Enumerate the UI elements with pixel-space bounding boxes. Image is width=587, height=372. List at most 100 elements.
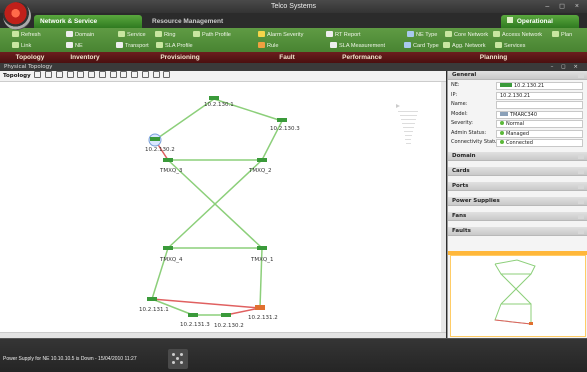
rt-report-button[interactable]: RT Report bbox=[326, 30, 361, 40]
section-general[interactable]: General bbox=[448, 71, 587, 80]
monitor-icon[interactable] bbox=[163, 71, 171, 78]
report-icon bbox=[326, 31, 333, 37]
ne-icon bbox=[66, 42, 73, 48]
status-dot-icon bbox=[500, 140, 504, 144]
status-dot-icon bbox=[500, 121, 504, 125]
select-tool-icon[interactable] bbox=[34, 71, 42, 78]
topology-canvas[interactable]: 10.2.130.2 10.2.130.1 10.2.130.3 TMXQ_3 … bbox=[0, 82, 446, 332]
physical-topology-header: Physical Topology – ◻ × bbox=[0, 63, 587, 71]
group-topology: Topology bbox=[15, 54, 45, 61]
topology-toolbar: Topology bbox=[0, 71, 446, 82]
refresh-button[interactable]: Refresh bbox=[12, 30, 41, 40]
dash-tool-icon[interactable] bbox=[152, 71, 160, 78]
connectivity-value: Connected bbox=[496, 139, 583, 147]
agg-network-icon bbox=[443, 42, 450, 48]
model-icon bbox=[500, 111, 508, 116]
plan-icon bbox=[552, 31, 559, 37]
svg-text:10.2.131.1: 10.2.131.1 bbox=[139, 307, 169, 313]
link[interactable] bbox=[151, 247, 169, 300]
app-logo-icon bbox=[3, 2, 31, 30]
link-icon bbox=[12, 42, 19, 48]
section-power-supplies[interactable]: Power Supplies bbox=[448, 196, 587, 206]
card-type-button[interactable]: Card Type bbox=[404, 41, 439, 51]
link-tool-icon[interactable] bbox=[98, 71, 106, 78]
section-cards[interactable]: Cards bbox=[448, 166, 587, 176]
device-icon bbox=[500, 83, 512, 87]
path-profile-icon bbox=[193, 31, 200, 37]
refresh-tool-icon[interactable] bbox=[45, 71, 53, 78]
transport-button[interactable]: Transport bbox=[116, 41, 149, 51]
path-profile-button[interactable]: Path Profile bbox=[193, 30, 231, 40]
save-icon[interactable] bbox=[120, 71, 128, 78]
expand-icon[interactable] bbox=[578, 168, 584, 174]
status-bar: Power Supply for NE 10.10.10.5 is Down -… bbox=[0, 338, 587, 372]
properties-panel: General NE: 10.2.130.21 IP: 10.2.130.21 Na… bbox=[447, 71, 587, 338]
zoom-slider[interactable] bbox=[396, 104, 420, 154]
topology-minimap[interactable] bbox=[450, 255, 586, 337]
operational-network-button[interactable]: Operational Network bbox=[501, 15, 579, 38]
ne-type-button[interactable]: NE Type bbox=[407, 30, 437, 40]
collapse-icon[interactable] bbox=[578, 73, 584, 78]
agg-network-button[interactable]: Agg. Network bbox=[443, 41, 486, 51]
status-dot-icon bbox=[500, 130, 504, 135]
ne-button[interactable]: NE bbox=[66, 41, 83, 51]
plan-button[interactable]: Plan bbox=[552, 30, 572, 40]
group-planning: Planning bbox=[479, 54, 508, 61]
model-value: TMARC340 bbox=[496, 110, 583, 119]
access-network-button[interactable]: Access Network bbox=[493, 30, 542, 40]
network-node[interactable]: 10.2.130.2 bbox=[145, 133, 175, 153]
section-faults[interactable]: Faults bbox=[448, 226, 587, 236]
grid-layout-icon[interactable] bbox=[55, 71, 63, 78]
core-network-button[interactable]: Core Network bbox=[445, 30, 488, 40]
expand-icon[interactable] bbox=[578, 213, 584, 219]
tab-resource-management[interactable]: Resource Management bbox=[146, 15, 229, 28]
network-node[interactable]: 10.2.130.1 bbox=[204, 96, 234, 108]
expand-icon[interactable] bbox=[578, 198, 584, 204]
expand-icon[interactable] bbox=[578, 153, 584, 159]
card-type-icon bbox=[404, 42, 411, 48]
sla-measurement-button[interactable]: SLA Measurement bbox=[330, 41, 385, 51]
circle-layout-icon[interactable] bbox=[66, 71, 74, 78]
tab-network-service-management[interactable]: Network & Service Management bbox=[34, 15, 142, 38]
section-domain[interactable]: Domain bbox=[448, 151, 587, 161]
link-down[interactable] bbox=[225, 307, 261, 316]
ring-button[interactable]: Ring bbox=[155, 30, 176, 40]
title-bar: Telco Systems – ◻ × bbox=[0, 0, 587, 13]
group-provisioning: Provisioning bbox=[160, 54, 200, 61]
transport-icon bbox=[116, 42, 123, 48]
network-icon bbox=[507, 17, 513, 23]
sla-profile-button[interactable]: SLA Profile bbox=[156, 41, 193, 51]
section-ports[interactable]: Ports bbox=[448, 181, 587, 191]
svg-text:TMXQ_4: TMXQ_4 bbox=[159, 257, 183, 263]
rule-button[interactable]: Rule bbox=[258, 41, 279, 51]
section-fans[interactable]: Fans bbox=[448, 211, 587, 221]
svg-text:10.2.130.3: 10.2.130.3 bbox=[270, 126, 300, 132]
alarm-severity-button[interactable]: Alarm Severity bbox=[258, 30, 303, 40]
network-node[interactable]: 10.2.130.3 bbox=[270, 118, 300, 132]
svg-text:10.2.131.3: 10.2.131.3 bbox=[180, 322, 210, 328]
svg-text:10.2.131.2: 10.2.131.2 bbox=[248, 315, 278, 321]
expand-icon[interactable] bbox=[578, 183, 584, 189]
expand-icon[interactable] bbox=[578, 228, 584, 234]
tree-layout-icon[interactable] bbox=[77, 71, 85, 78]
ip-value: 10.2.130.21 bbox=[496, 91, 583, 100]
sla-profile-icon bbox=[156, 42, 163, 48]
cross-icon[interactable] bbox=[88, 71, 96, 78]
panel-window-controls[interactable]: – ◻ × bbox=[551, 63, 581, 71]
status-spinner-icon[interactable] bbox=[168, 349, 188, 369]
services-icon bbox=[495, 42, 502, 48]
window-controls[interactable]: – ◻ × bbox=[545, 0, 583, 13]
line-tool-icon[interactable] bbox=[141, 71, 149, 78]
link-button[interactable]: Link bbox=[12, 41, 31, 51]
canvas-vertical-scrollbar[interactable] bbox=[441, 82, 446, 332]
prop-model: Model: TMARC340 bbox=[448, 110, 587, 120]
services-button[interactable]: Services bbox=[495, 41, 525, 51]
domain-button[interactable]: Domain bbox=[66, 30, 94, 40]
ne-type-icon bbox=[407, 31, 414, 37]
topology-toolbar-label: Topology bbox=[3, 73, 31, 79]
service-button[interactable]: Service bbox=[118, 30, 146, 40]
chart-icon[interactable] bbox=[109, 71, 117, 78]
zoom-icon[interactable] bbox=[131, 71, 139, 78]
prop-severity: Severity: Normal bbox=[448, 119, 587, 129]
svg-text:10.2.130.2: 10.2.130.2 bbox=[214, 323, 244, 329]
